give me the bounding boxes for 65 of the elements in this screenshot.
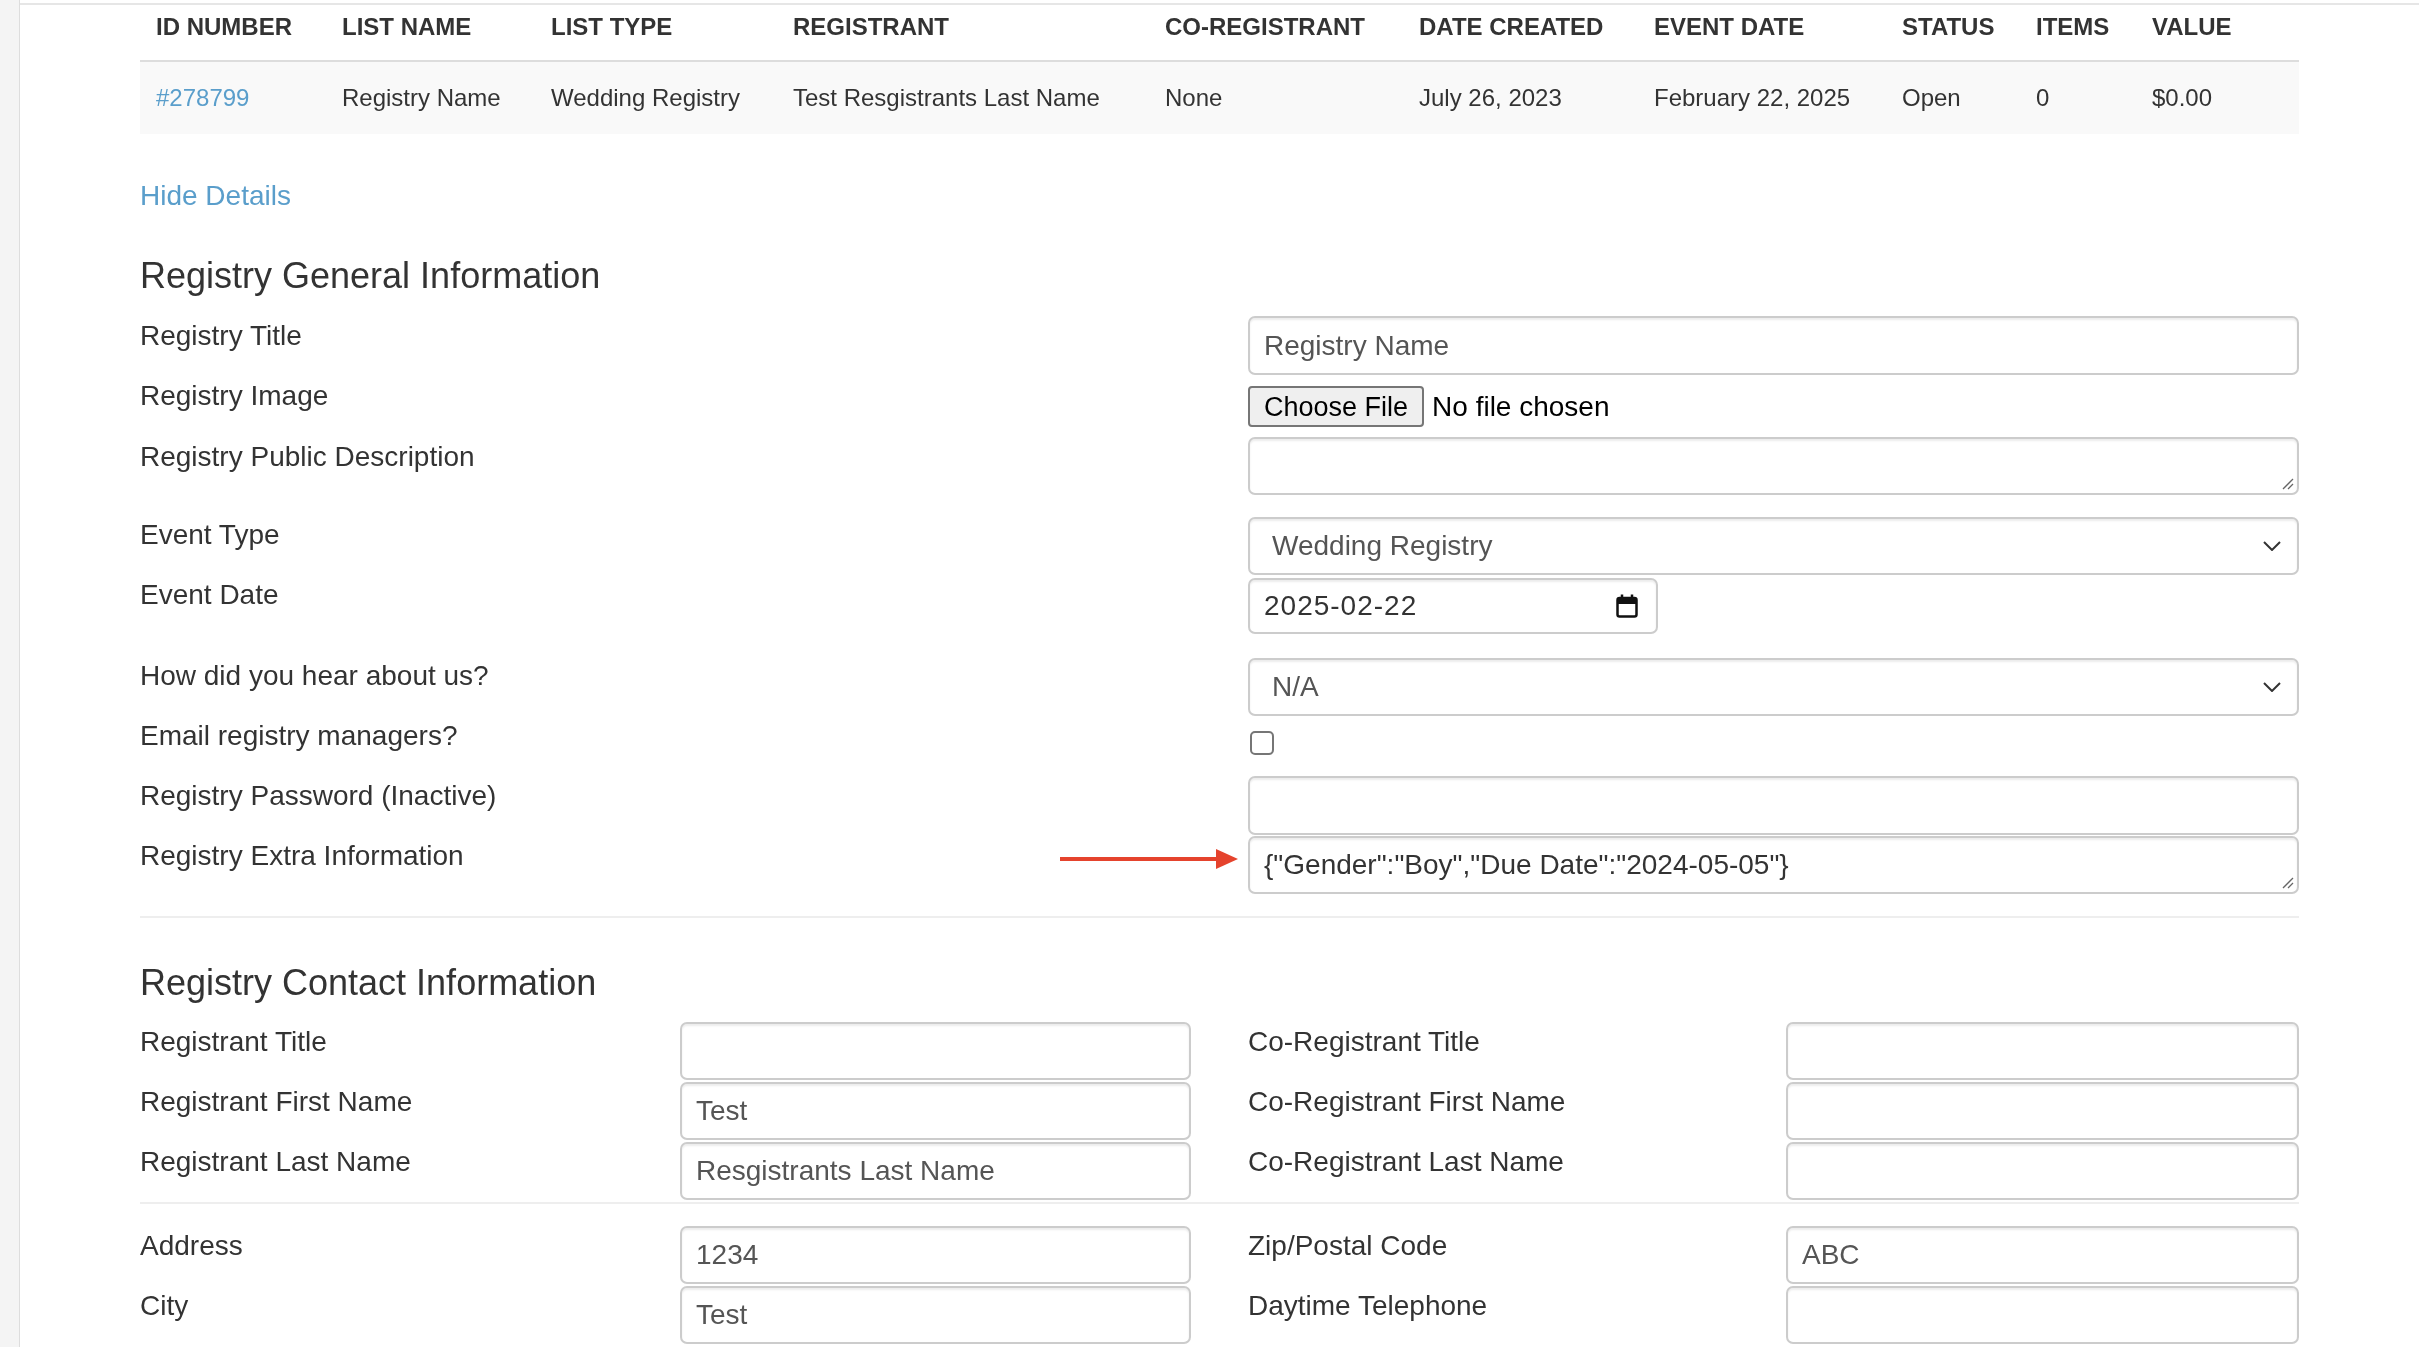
column-header: STATUS <box>1902 13 1995 40</box>
text-field[interactable]: Registry Name <box>1248 316 2299 375</box>
column-header: LIST NAME <box>342 13 472 40</box>
text-field[interactable]: ABC <box>1786 1226 2299 1284</box>
column-header: ID NUMBER <box>156 13 292 40</box>
date-field[interactable]: 2025-02-22 <box>1248 578 1658 634</box>
column-header: REGISTRANT <box>793 13 949 40</box>
column-header: LIST TYPE <box>551 13 673 40</box>
textarea-field[interactable]: {"Gender":"Boy","Due Date":"2024-05-05"} <box>1248 836 2299 894</box>
text-field[interactable]: Test <box>680 1082 1191 1140</box>
field-label: Registry Extra Information <box>140 839 464 873</box>
text-field[interactable] <box>1786 1142 2299 1200</box>
text-field[interactable]: Test <box>680 1286 1191 1344</box>
select-field[interactable]: N/A <box>1248 658 2299 716</box>
table-cell: Open <box>1902 84 1961 111</box>
section-heading: Registry Contact Information <box>140 961 597 1005</box>
resize-grip-icon[interactable] <box>2282 877 2294 889</box>
field-label: Registry Public Description <box>140 440 475 474</box>
table-cell: February 22, 2025 <box>1654 84 1851 111</box>
column-header: EVENT DATE <box>1654 13 1805 40</box>
field-label: Registrant First Name <box>140 1085 413 1119</box>
checkbox[interactable] <box>1250 731 1274 755</box>
column-header: CO-REGISTRANT <box>1165 13 1365 40</box>
table-cell: Registry Name <box>342 84 501 111</box>
field-label: Daytime Telephone <box>1248 1289 1488 1323</box>
text-field[interactable] <box>1786 1286 2299 1344</box>
field-label: Co-Registrant Last Name <box>1248 1145 1564 1179</box>
field-label: Registry Image <box>140 379 329 413</box>
field-label: Event Date <box>140 578 279 612</box>
choose-file-button[interactable]: Choose File <box>1248 386 1425 427</box>
table-cell: None <box>1165 84 1223 111</box>
field-label: How did you hear about us? <box>140 659 489 693</box>
table-cell: 0 <box>2036 84 2050 111</box>
table-cell: July 26, 2023 <box>1419 84 1562 111</box>
text-field[interactable] <box>1786 1022 2299 1080</box>
field-label: Registrant Last Name <box>140 1145 411 1179</box>
file-status-text: No file chosen <box>1432 390 1610 423</box>
column-header: VALUE <box>2152 13 2232 40</box>
table-cell: Wedding Registry <box>551 84 740 111</box>
column-header: ITEMS <box>2036 13 2110 40</box>
column-header: DATE CREATED <box>1419 13 1604 40</box>
select-field[interactable]: Wedding Registry <box>1248 517 2299 575</box>
field-label: Registry Password (Inactive) <box>140 779 497 813</box>
field-label: Registrant Title <box>140 1025 327 1059</box>
field-label: Address <box>140 1229 243 1263</box>
resize-grip-icon[interactable] <box>2282 478 2294 490</box>
calendar-icon[interactable] <box>1616 594 1638 618</box>
section-heading: Registry General Information <box>140 254 601 298</box>
chevron-down-icon <box>2263 682 2281 692</box>
field-label: Zip/Postal Code <box>1248 1229 1448 1263</box>
text-field[interactable] <box>1248 776 2299 835</box>
textarea-field[interactable] <box>1248 437 2299 495</box>
text-field[interactable] <box>1786 1082 2299 1140</box>
field-label: Registry Title <box>140 319 302 353</box>
text-field[interactable]: Resgistrants Last Name <box>680 1142 1191 1200</box>
table-cell: $0.00 <box>2152 84 2213 111</box>
field-label: City <box>140 1289 189 1323</box>
text-field[interactable] <box>680 1022 1191 1080</box>
text-field[interactable]: 1234 <box>680 1226 1191 1284</box>
field-label: Email registry managers? <box>140 719 458 753</box>
field-label: Event Type <box>140 518 280 552</box>
field-label: Co-Registrant Title <box>1248 1025 1480 1059</box>
field-label: Co-Registrant First Name <box>1248 1085 1566 1119</box>
chevron-down-icon <box>2263 541 2281 551</box>
table-cell: Test Resgistrants Last Name <box>793 84 1100 111</box>
